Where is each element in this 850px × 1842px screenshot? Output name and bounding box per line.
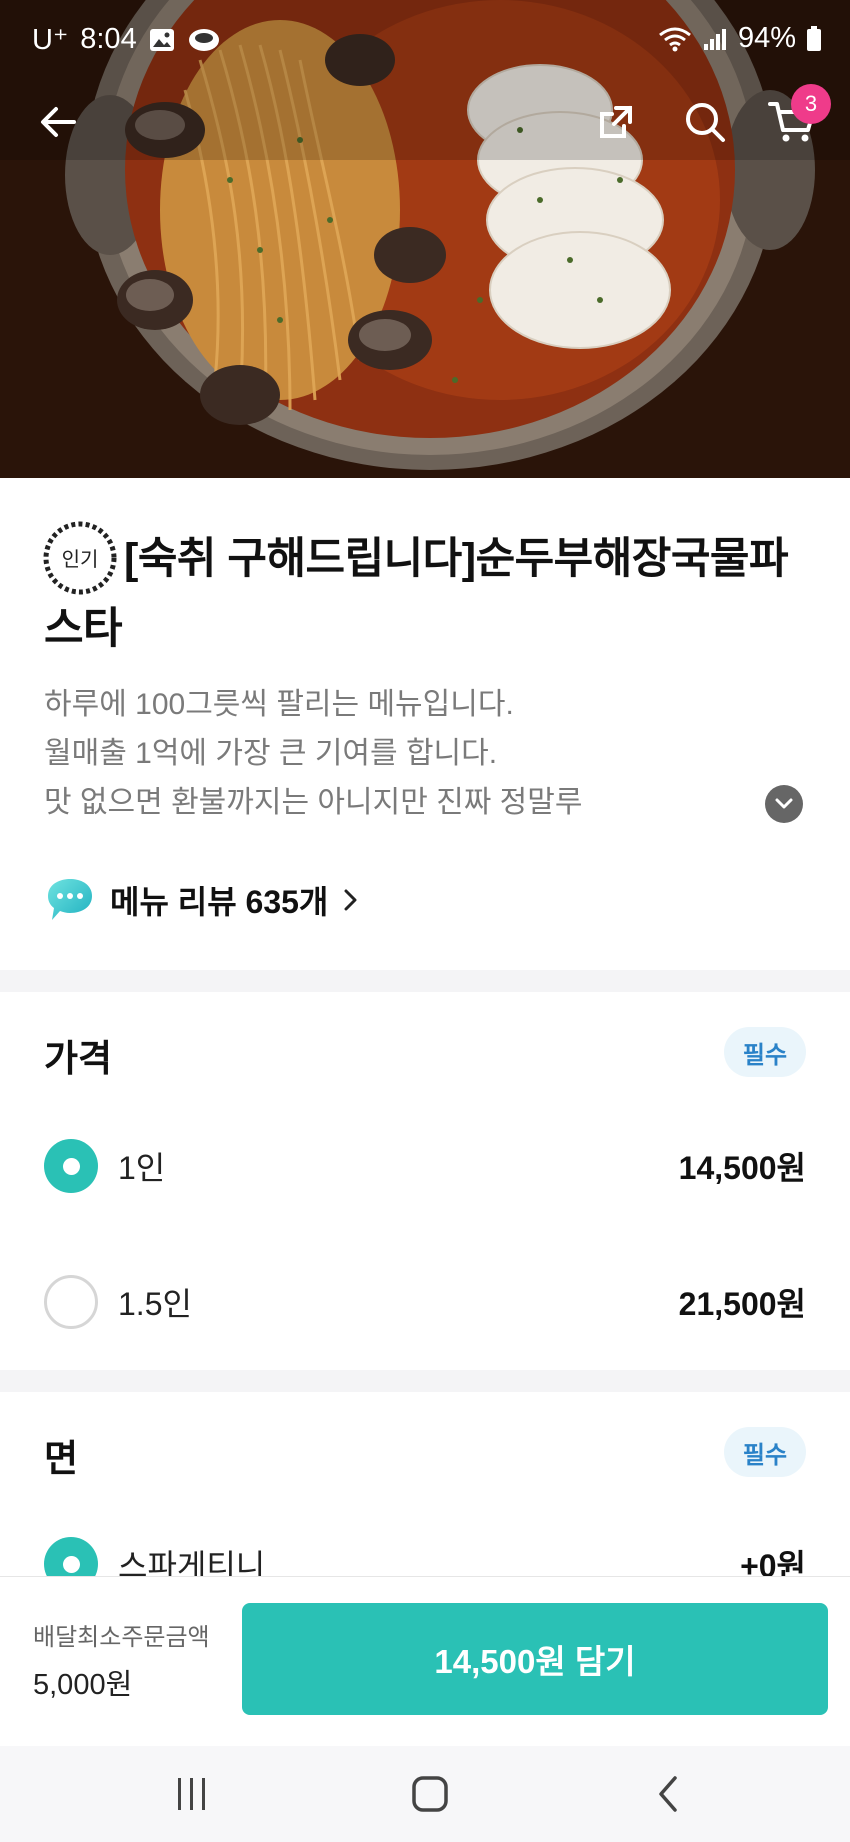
home-button[interactable] (400, 1764, 460, 1824)
recent-apps-icon (178, 1778, 205, 1810)
menu-review-link[interactable]: 메뉴 리뷰 635개 (44, 872, 360, 928)
signal-icon (702, 26, 728, 52)
share-button[interactable] (586, 92, 646, 152)
speech-bubble-icon (48, 879, 92, 920)
status-bar: U⁺ 8:04 94% (0, 0, 850, 80)
clock: 8:04 (80, 23, 137, 55)
review-link-label: 메뉴 리뷰 635개 (110, 884, 329, 920)
price-section-title: 가격 (44, 1038, 113, 1079)
radio-unselected[interactable] (44, 1275, 98, 1329)
battery-label: 94% (737, 22, 796, 54)
home-icon (412, 1776, 448, 1812)
menu-description: 하루에 100그릇씩 팔리는 메뉴입니다. 월매출 1억에 가장 큰 기여를 합… (44, 680, 764, 827)
chat-notification-icon (187, 27, 221, 53)
section-divider (0, 1370, 850, 1392)
search-icon (686, 103, 725, 142)
option-label: 1인 (118, 1150, 166, 1186)
chevron-left-icon (659, 1776, 677, 1812)
add-to-cart-button[interactable]: 14,500원 담기 (242, 1603, 828, 1715)
description-line: 맛 없으면 환불까지는 아니지만 진짜 정말루 (44, 786, 583, 819)
order-bottom-bar: 배달최소주문금액 5,000원 14,500원 담기 (0, 1576, 850, 1746)
noodle-section-title: 면 (44, 1438, 79, 1479)
share-icon (600, 106, 632, 138)
radio-selected[interactable] (44, 1139, 98, 1193)
option-price: 21,500원 (678, 1286, 806, 1322)
chevron-down-icon (775, 798, 793, 809)
carrier-label: U⁺ (32, 24, 69, 56)
description-line: 월매출 1억에 가장 큰 기여를 합니다. (44, 737, 498, 770)
min-order-value: 5,000원 (33, 1669, 133, 1701)
system-navigation-bar (0, 1746, 850, 1842)
chevron-right-icon (344, 889, 357, 911)
section-divider (0, 970, 850, 992)
system-back-button[interactable] (638, 1764, 698, 1824)
back-button[interactable] (28, 92, 88, 152)
expand-description-button[interactable] (765, 785, 803, 823)
gallery-icon (149, 27, 175, 53)
cart-count-badge: 3 (791, 84, 831, 124)
menu-title: [숙취 구해드립니다]순두부해장국물파스타 (44, 535, 789, 653)
arrow-left-icon (41, 107, 76, 137)
required-badge: 필수 (724, 1427, 806, 1477)
option-label: 1.5인 (118, 1286, 192, 1322)
recent-apps-button[interactable] (162, 1764, 222, 1824)
description-line: 하루에 100그릇씩 팔리는 메뉴입니다. (44, 688, 514, 721)
wifi-icon (658, 25, 692, 53)
search-button[interactable] (675, 92, 735, 152)
required-badge: 필수 (724, 1027, 806, 1077)
price-option-2[interactable]: 1.5인 21,500원 (44, 1272, 806, 1332)
option-price: 14,500원 (678, 1150, 806, 1186)
price-option-1[interactable]: 1인 14,500원 (44, 1136, 806, 1196)
min-order-label: 배달최소주문금액 (33, 1624, 210, 1651)
battery-icon (806, 25, 822, 52)
